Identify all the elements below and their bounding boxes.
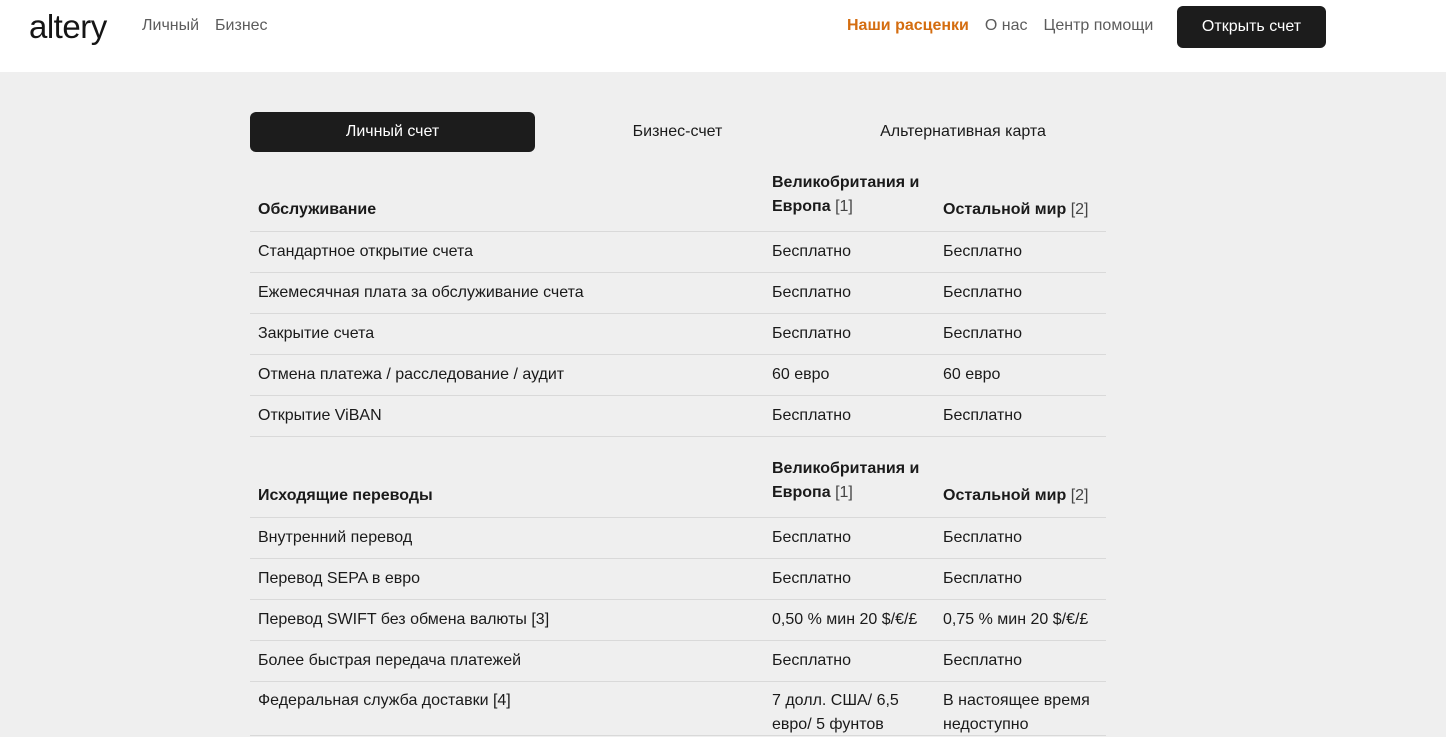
table-row: Федеральная служба доставки [4] 7 долл. … [250,682,1106,736]
table-row: Стандартное открытие счета Бесплатно Бес… [250,232,1106,273]
footnote-1[interactable]: [1] [835,198,853,215]
tab-business-account[interactable]: Бизнес-счет [535,112,820,152]
fee-uk: Бесплатно [772,652,852,669]
col-uk-europe-header: Великобритания и Европа [1] [772,460,920,501]
service-fees-table: Обслуживание Великобритания и Европа [1]… [250,174,1106,437]
fee-name: Стандартное открытие счета [258,243,474,260]
footnote-2[interactable]: [2] [1071,201,1089,218]
account-type-tabs: Личный счет Бизнес-счет Альтернативная к… [250,112,1106,152]
fee-name: Ежемесячная плата за обслуживание счета [258,284,584,301]
fee-uk: 60 евро [772,366,830,383]
col-rest-world-header: Остальной мир [2] [943,487,1089,504]
fee-uk: Бесплатно [772,243,852,260]
fee-name: Отмена платежа / расследование / аудит [258,366,565,383]
fee-name: Федеральная служба доставки [4] [258,692,511,709]
tab-alternative-card[interactable]: Альтернативная карта [820,112,1106,152]
fee-name: Перевод SWIFT без обмена валюты [3] [258,611,550,628]
nav-right: Наши расценки О нас Центр помощи [847,17,1153,35]
fee-uk: Бесплатно [772,325,852,342]
table-row: Внутренний перевод Бесплатно Бесплатно [250,518,1106,559]
fee-name: Открытие ViBAN [258,407,382,424]
fee-uk: Бесплатно [772,284,852,301]
fee-uk: Бесплатно [772,529,852,546]
fee-world: Бесплатно [943,407,1023,424]
nav-about[interactable]: О нас [985,17,1028,35]
fee-uk: 0,50 % мин 20 $/€/£ [772,611,918,628]
fee-world: Бесплатно [943,570,1023,587]
section-title-outgoing: Исходящие переводы [258,487,433,504]
fee-name: Закрытие счета [258,325,375,342]
table-row: Ежемесячная плата за обслуживание счета … [250,273,1106,314]
nav-business[interactable]: Бизнес [215,17,268,35]
nav-left: Личный Бизнес [142,17,268,35]
nav-pricing[interactable]: Наши расценки [847,17,969,35]
table-row: Отмена платежа / расследование / аудит 6… [250,355,1106,396]
top-navigation-bar: altery Личный Бизнес Наши расценки О нас… [0,0,1446,72]
fee-world: Бесплатно [943,325,1023,342]
table-row: Более быстрая передача платежей Бесплатн… [250,641,1106,682]
fee-world: В настоящее время недоступно [943,692,1090,733]
col-uk-europe-header: Великобритания и Европа [1] [772,174,920,215]
fee-world: Бесплатно [943,284,1023,301]
table-row: Открытие ViBAN Бесплатно Бесплатно [250,396,1106,437]
outgoing-transfers-table: Исходящие переводы Великобритания и Евро… [250,460,1106,736]
footnote-1[interactable]: [1] [835,484,853,501]
table-row: Закрытие счета Бесплатно Бесплатно [250,314,1106,355]
footnote-2[interactable]: [2] [1071,487,1089,504]
open-account-button[interactable]: Открыть счет [1177,6,1326,48]
fee-name: Внутренний перевод [258,529,413,546]
fee-name: Более быстрая передача платежей [258,652,522,669]
fee-uk: 7 долл. США/ 6,5 евро/ 5 фунтов [772,692,899,733]
fee-world: Бесплатно [943,529,1023,546]
fee-world: 60 евро [943,366,1001,383]
fee-name: Перевод SEPA в евро [258,570,421,587]
table-header-row: Обслуживание Великобритания и Европа [1]… [250,174,1106,232]
fee-world: 0,75 % мин 20 $/€/£ [943,611,1089,628]
altery-logo[interactable]: altery [29,8,107,46]
table-header-row: Исходящие переводы Великобритания и Евро… [250,460,1106,518]
fee-world: Бесплатно [943,243,1023,260]
section-title-service: Обслуживание [258,201,377,218]
fee-world: Бесплатно [943,652,1023,669]
nav-help-center[interactable]: Центр помощи [1044,17,1154,35]
col-rest-world-header: Остальной мир [2] [943,201,1089,218]
table-row: Перевод SEPA в евро Бесплатно Бесплатно [250,559,1106,600]
fee-uk: Бесплатно [772,407,852,424]
table-row: Перевод SWIFT без обмена валюты [3] 0,50… [250,600,1106,641]
tab-personal-account[interactable]: Личный счет [250,112,535,152]
fee-uk: Бесплатно [772,570,852,587]
nav-personal[interactable]: Личный [142,17,199,35]
